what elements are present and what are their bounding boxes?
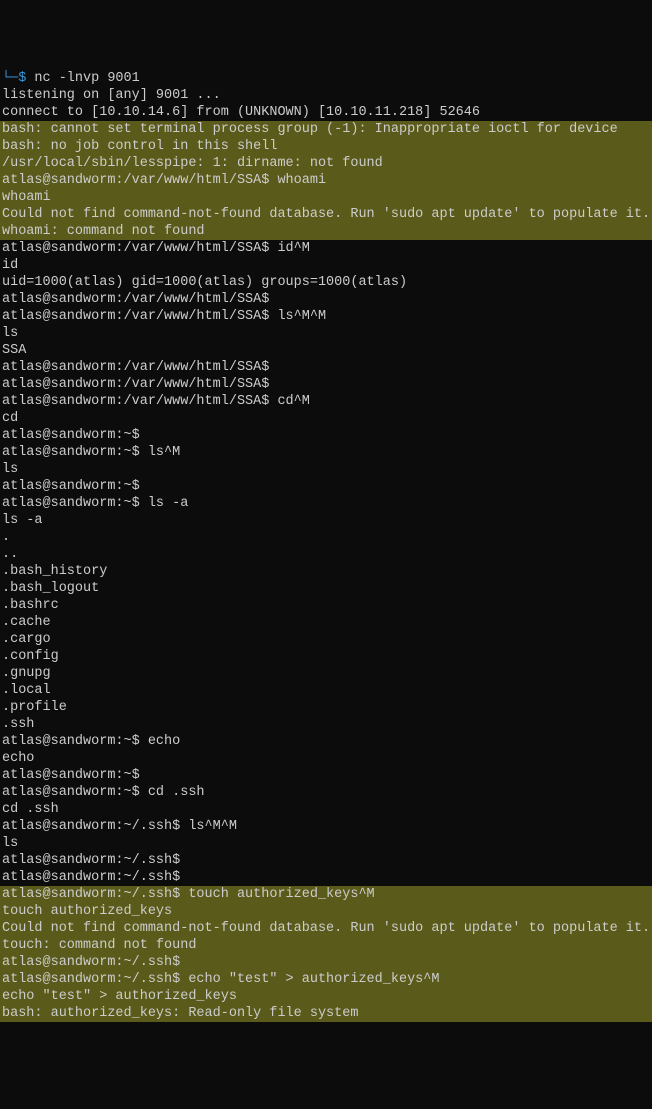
terminal-segment: nc -lnvp 9001: [34, 71, 139, 86]
terminal-line: atlas@sandworm:/var/www/html/SSA$: [0, 376, 652, 393]
terminal-line: .ssh: [0, 716, 652, 733]
terminal-line: atlas@sandworm:~/.ssh$ touch authorized_…: [0, 886, 652, 903]
terminal-line: ls: [0, 835, 652, 852]
terminal-line: atlas@sandworm:~$: [0, 478, 652, 495]
terminal-line: Could not find command-not-found databas…: [0, 206, 652, 223]
terminal-line: .cargo: [0, 631, 652, 648]
terminal-line: atlas@sandworm:/var/www/html/SSA$ cd^M: [0, 393, 652, 410]
terminal-line: whoami: [0, 189, 652, 206]
terminal-line: bash: authorized_keys: Read-only file sy…: [0, 1005, 652, 1022]
terminal-line: atlas@sandworm:/var/www/html/SSA$ whoami: [0, 172, 652, 189]
terminal-line: atlas@sandworm:~$ ls -a: [0, 495, 652, 512]
terminal-line: └─$ nc -lnvp 9001: [0, 70, 652, 87]
terminal-line: atlas@sandworm:~$ echo: [0, 733, 652, 750]
terminal-line: atlas@sandworm:~/.ssh$: [0, 852, 652, 869]
terminal-line: atlas@sandworm:/var/www/html/SSA$ id^M: [0, 240, 652, 257]
terminal-segment: └─: [2, 71, 18, 86]
terminal-line: atlas@sandworm:~/.ssh$: [0, 954, 652, 971]
terminal-line: ls -a: [0, 512, 652, 529]
terminal-line: ls: [0, 325, 652, 342]
terminal-line: atlas@sandworm:~$ ls^M: [0, 444, 652, 461]
terminal-line: .local: [0, 682, 652, 699]
terminal-segment: $: [18, 71, 34, 86]
terminal-line: echo: [0, 750, 652, 767]
terminal-line: touch authorized_keys: [0, 903, 652, 920]
terminal-line: atlas@sandworm:~$ cd .ssh: [0, 784, 652, 801]
terminal-line: .config: [0, 648, 652, 665]
terminal-line: atlas@sandworm:~/.ssh$: [0, 869, 652, 886]
terminal-line: echo "test" > authorized_keys: [0, 988, 652, 1005]
terminal-line: /usr/local/sbin/lesspipe: 1: dirname: no…: [0, 155, 652, 172]
terminal-line: ..: [0, 546, 652, 563]
terminal-line: .bash_history: [0, 563, 652, 580]
terminal-line: .bashrc: [0, 597, 652, 614]
terminal-line: Could not find command-not-found databas…: [0, 920, 652, 937]
terminal-line: connect to [10.10.14.6] from (UNKNOWN) […: [0, 104, 652, 121]
terminal-line: cd .ssh: [0, 801, 652, 818]
terminal-line: listening on [any] 9001 ...: [0, 87, 652, 104]
terminal-line: cd: [0, 410, 652, 427]
terminal-line: atlas@sandworm:/var/www/html/SSA$ ls^M^M: [0, 308, 652, 325]
terminal-line: uid=1000(atlas) gid=1000(atlas) groups=1…: [0, 274, 652, 291]
terminal-line: id: [0, 257, 652, 274]
terminal-line: .: [0, 529, 652, 546]
terminal-line: atlas@sandworm:~/.ssh$ ls^M^M: [0, 818, 652, 835]
terminal-line: ls: [0, 461, 652, 478]
terminal-line: atlas@sandworm:/var/www/html/SSA$: [0, 359, 652, 376]
terminal-line: touch: command not found: [0, 937, 652, 954]
terminal-line: atlas@sandworm:~$: [0, 767, 652, 784]
terminal-line: .gnupg: [0, 665, 652, 682]
terminal-line: bash: no job control in this shell: [0, 138, 652, 155]
terminal-line: .bash_logout: [0, 580, 652, 597]
terminal-line: atlas@sandworm:/var/www/html/SSA$: [0, 291, 652, 308]
terminal-line: atlas@sandworm:~/.ssh$ echo "test" > aut…: [0, 971, 652, 988]
terminal-line: bash: cannot set terminal process group …: [0, 121, 652, 138]
terminal-line: .cache: [0, 614, 652, 631]
terminal-output[interactable]: └─$ nc -lnvp 9001listening on [any] 9001…: [0, 68, 652, 1024]
terminal-line: .profile: [0, 699, 652, 716]
terminal-line: atlas@sandworm:~$: [0, 427, 652, 444]
terminal-line: whoami: command not found: [0, 223, 652, 240]
terminal-line: SSA: [0, 342, 652, 359]
